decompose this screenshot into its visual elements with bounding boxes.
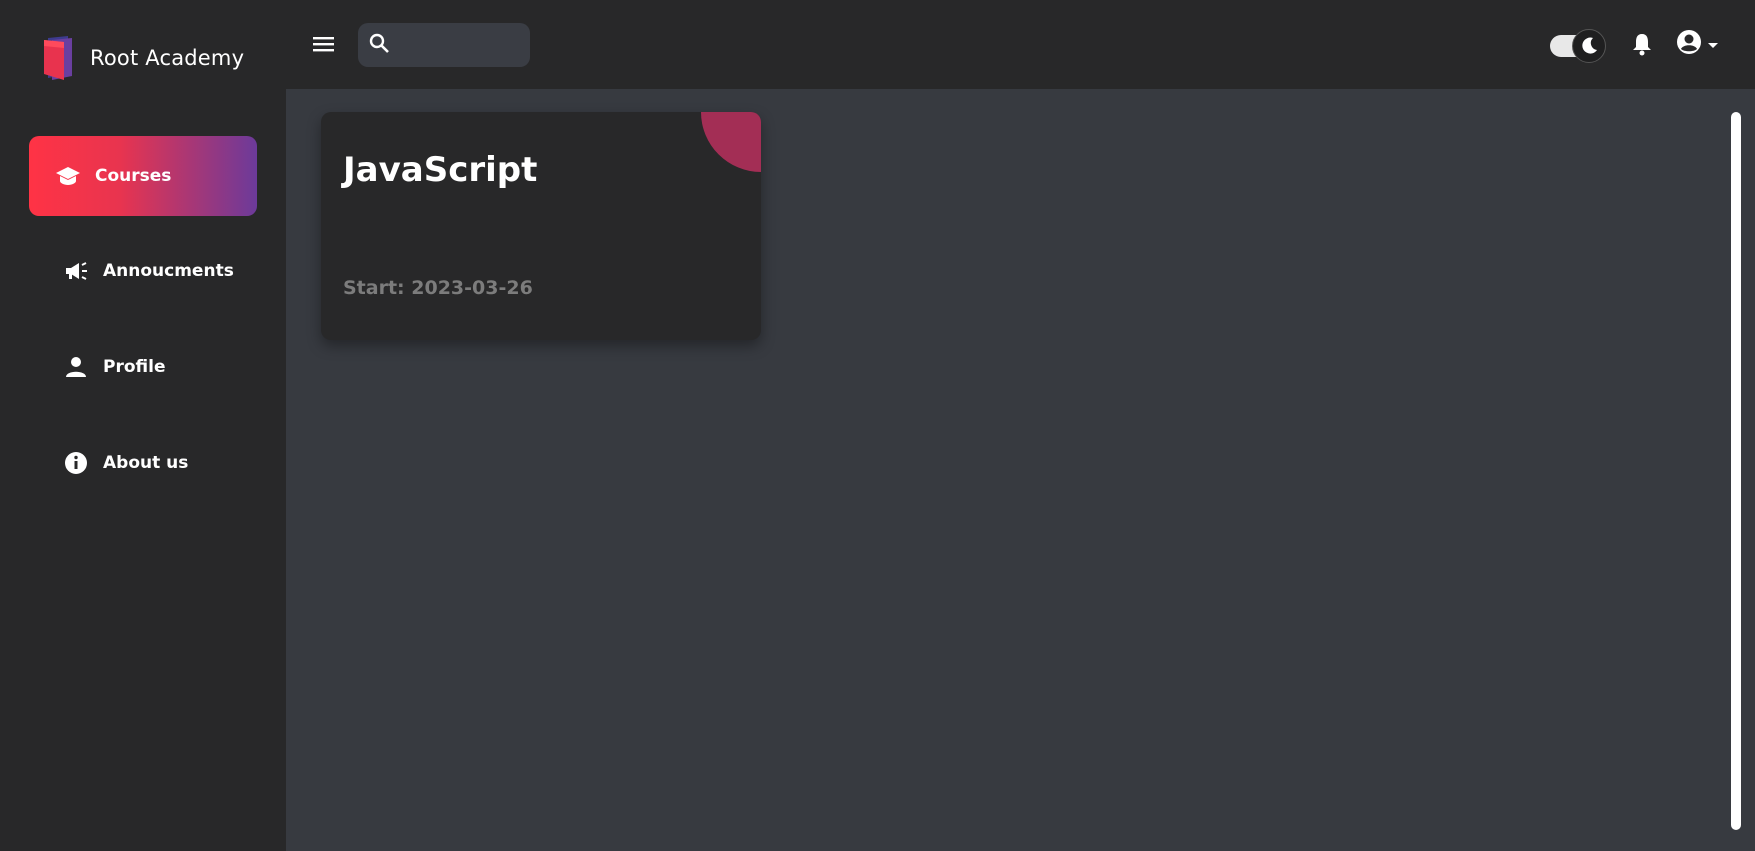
book-logo-icon bbox=[44, 36, 72, 80]
brand-name: Root Academy bbox=[90, 46, 245, 70]
scrollbar[interactable] bbox=[1731, 112, 1741, 830]
sidebar-item-label: Profile bbox=[103, 357, 166, 377]
main-content: JavaScript Start: 2023-03-26 bbox=[286, 89, 1755, 851]
course-title: JavaScript bbox=[343, 150, 538, 190]
top-bar bbox=[286, 0, 1755, 89]
person-icon bbox=[63, 356, 89, 378]
course-start-date: Start: 2023-03-26 bbox=[343, 277, 533, 299]
info-icon bbox=[63, 452, 89, 474]
sidebar-item-label: About us bbox=[103, 453, 189, 473]
sidebar-item-announcements[interactable]: Annoucments bbox=[29, 231, 257, 311]
sidebar-item-courses[interactable]: Courses bbox=[29, 136, 257, 216]
sidebar-item-profile[interactable]: Profile bbox=[29, 327, 257, 407]
search-icon bbox=[368, 32, 390, 58]
account-circle-icon bbox=[1676, 29, 1702, 59]
chevron-down-icon bbox=[1708, 35, 1718, 54]
theme-toggle[interactable] bbox=[1548, 28, 1608, 64]
card-corner-decoration bbox=[701, 112, 761, 172]
hamburger-icon[interactable] bbox=[310, 30, 338, 58]
search-box[interactable] bbox=[358, 23, 530, 67]
graduation-cap-icon bbox=[55, 165, 81, 187]
sidebar-item-label: Courses bbox=[95, 166, 172, 186]
bell-icon[interactable] bbox=[1628, 30, 1656, 58]
megaphone-icon bbox=[63, 260, 89, 282]
sidebar: Root Academy Courses Annoucments Profile… bbox=[0, 0, 286, 851]
sidebar-item-label: Annoucments bbox=[103, 261, 234, 281]
course-card[interactable]: JavaScript Start: 2023-03-26 bbox=[321, 112, 761, 340]
sidebar-item-about[interactable]: About us bbox=[29, 423, 257, 503]
account-menu[interactable] bbox=[1676, 28, 1732, 60]
moon-icon bbox=[1572, 29, 1606, 63]
search-input[interactable] bbox=[398, 37, 518, 53]
brand[interactable]: Root Academy bbox=[42, 34, 244, 82]
